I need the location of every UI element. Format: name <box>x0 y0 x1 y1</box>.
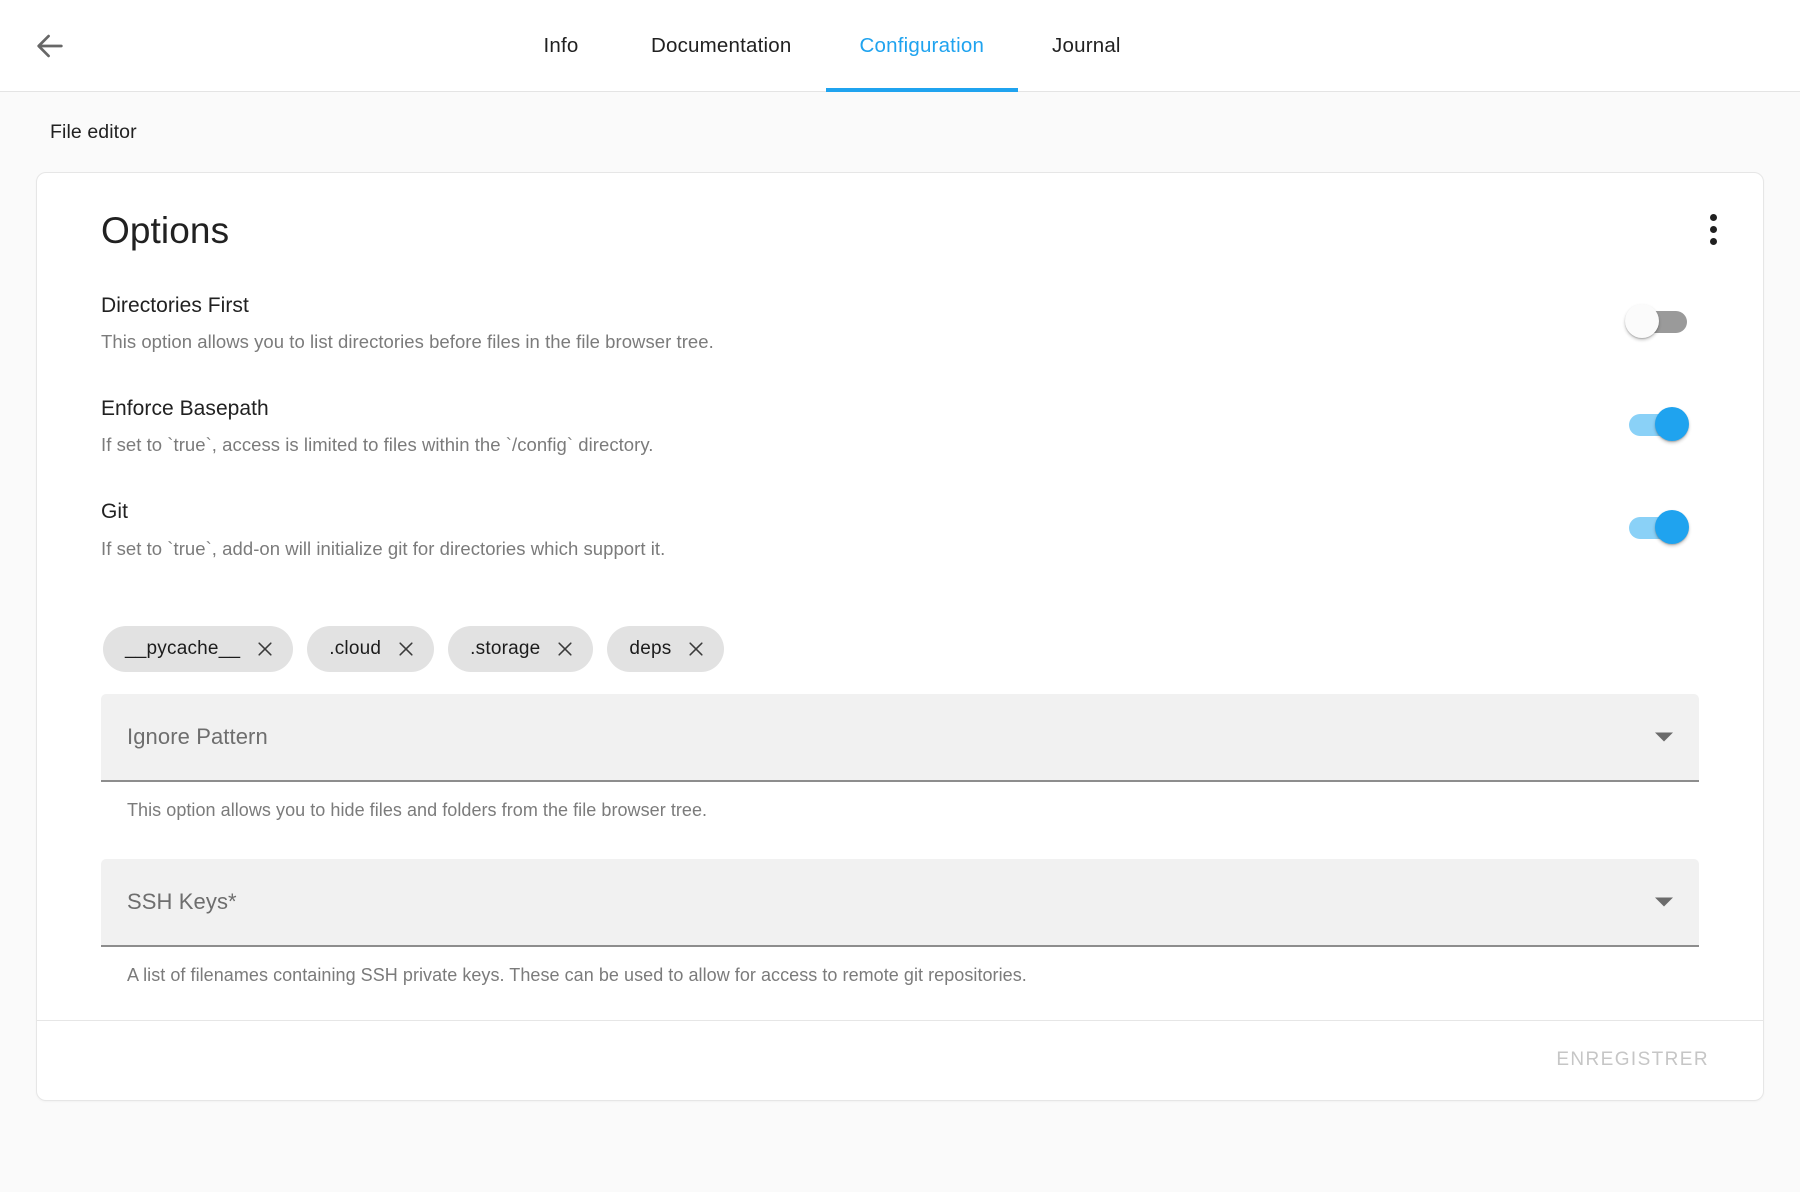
close-icon[interactable] <box>395 638 417 660</box>
option-description: If set to `true`, access is limited to f… <box>101 434 654 456</box>
tab-documentation[interactable]: Documentation <box>617 0 826 92</box>
option-row-enforce-basepath: Enforce Basepath If set to `true`, acces… <box>101 395 1699 458</box>
ignore-pattern-chip-list: __pycache__ .cloud .storage deps <box>101 625 1699 672</box>
option-label: Enforce Basepath <box>101 397 269 420</box>
page-content: File editor Options Directories First Th… <box>0 92 1800 1192</box>
option-description: If set to `true`, add-on will initialize… <box>101 537 666 559</box>
option-description: This option allows you to list directori… <box>101 331 714 353</box>
app-top-bar: Info Documentation Configuration Journal <box>0 0 1800 92</box>
option-label: Directories First <box>101 293 249 317</box>
chip-pycache[interactable]: __pycache__ <box>103 625 294 672</box>
ignore-pattern-block: Ignore Pattern This option allows you to… <box>101 693 1699 821</box>
more-vertical-icon[interactable] <box>1685 201 1741 257</box>
menu-dot <box>1709 237 1717 245</box>
tab-configuration[interactable]: Configuration <box>825 0 1019 92</box>
toggle-knob <box>1625 303 1659 338</box>
ignore-pattern-help: This option allows you to hide files and… <box>127 799 708 820</box>
ssh-keys-select[interactable]: SSH Keys* <box>101 858 1699 947</box>
close-icon[interactable] <box>554 638 576 660</box>
close-icon[interactable] <box>254 638 276 660</box>
ssh-keys-label: SSH Keys* <box>127 888 237 914</box>
chip-label: deps <box>629 637 672 659</box>
option-row-git: Git If set to `true`, add-on will initia… <box>101 498 1699 561</box>
ignore-pattern-select[interactable]: Ignore Pattern <box>101 693 1699 782</box>
toggle-knob <box>1655 510 1689 545</box>
arrow-left-icon <box>33 29 67 63</box>
option-text: Directories First This option allows you… <box>101 292 1625 355</box>
card-footer: ENREGISTRER <box>37 1019 1763 1100</box>
options-card: Options Directories First This option al… <box>36 172 1764 1101</box>
toggle-directories-first[interactable] <box>1625 302 1691 340</box>
card-title: Options <box>101 210 230 251</box>
tab-info[interactable]: Info <box>505 0 617 92</box>
tab-journal[interactable]: Journal <box>1018 0 1155 92</box>
option-text: Git If set to `true`, add-on will initia… <box>101 498 1625 561</box>
toggle-knob <box>1655 407 1689 441</box>
ignore-pattern-label: Ignore Pattern <box>127 723 268 749</box>
save-button[interactable]: ENREGISTRER <box>1536 1037 1729 1083</box>
chip-cloud[interactable]: .cloud <box>307 625 435 672</box>
back-button[interactable] <box>22 18 78 74</box>
chevron-down-icon[interactable] <box>1655 732 1673 742</box>
ssh-keys-block: SSH Keys* A list of filenames containing… <box>101 858 1699 986</box>
page-title: File editor <box>50 121 137 143</box>
chip-deps[interactable]: deps <box>607 625 725 672</box>
menu-dot <box>1709 225 1717 233</box>
option-row-directories-first: Directories First This option allows you… <box>101 292 1699 355</box>
toggle-git[interactable] <box>1625 508 1691 546</box>
tab-bar: Info Documentation Configuration Journal <box>505 0 1155 92</box>
options-card-body: Options Directories First This option al… <box>37 173 1763 1020</box>
chip-label: .cloud <box>329 637 382 659</box>
ssh-keys-help: A list of filenames containing SSH priva… <box>127 964 1027 985</box>
menu-dot <box>1709 213 1717 221</box>
chip-label: .storage <box>470 637 541 659</box>
option-label: Git <box>101 500 128 524</box>
chevron-down-icon[interactable] <box>1655 897 1673 907</box>
toggle-enforce-basepath[interactable] <box>1625 405 1691 443</box>
option-text: Enforce Basepath If set to `true`, acces… <box>101 395 1625 458</box>
close-icon[interactable] <box>685 638 707 660</box>
chip-label: __pycache__ <box>125 637 241 659</box>
chip-storage[interactable]: .storage <box>448 625 594 672</box>
